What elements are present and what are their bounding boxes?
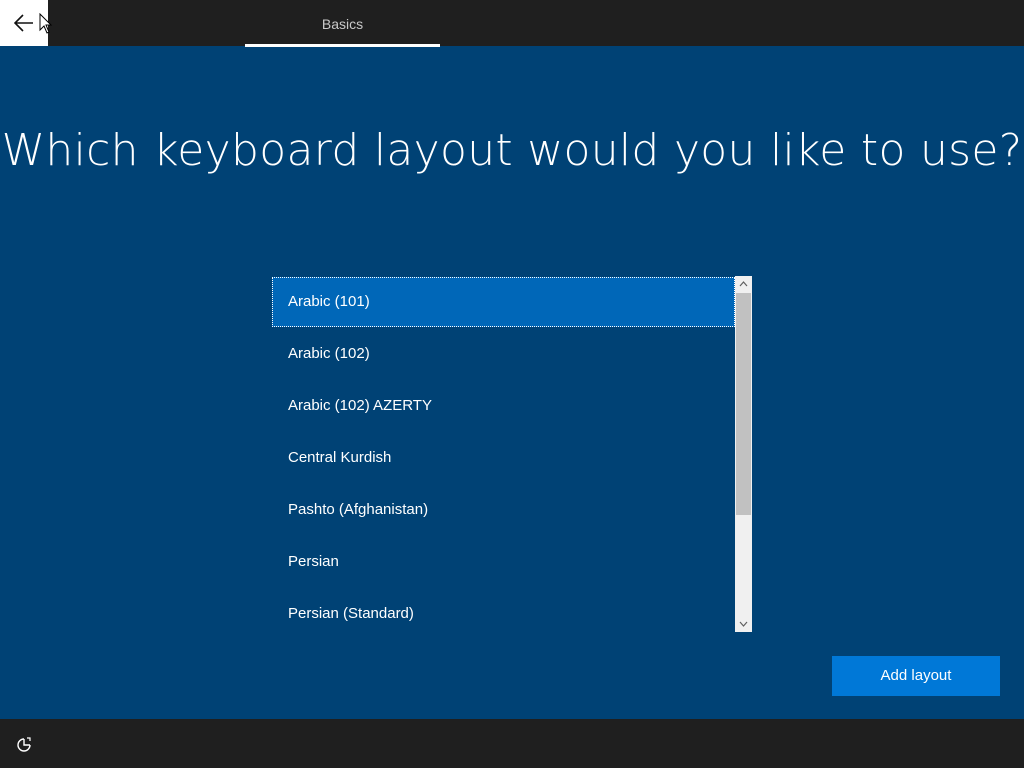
mouse-cursor-icon <box>39 13 53 34</box>
ease-of-access-icon[interactable] <box>16 737 32 753</box>
arrow-left-icon <box>14 14 33 32</box>
chevron-down-icon <box>739 621 748 627</box>
scroll-thumb[interactable] <box>736 293 751 515</box>
list-item-central-kurdish[interactable]: Central Kurdish <box>272 433 735 483</box>
chevron-up-icon <box>739 281 748 287</box>
scroll-down-button[interactable] <box>735 616 752 632</box>
list-scrollbar[interactable] <box>735 276 752 632</box>
page-title: Which keyboard layout would you like to … <box>1 125 1023 176</box>
list-item-pashto[interactable]: Pashto (Afghanistan) <box>272 485 735 535</box>
keyboard-layout-list[interactable]: Arabic (101) Arabic (102) Arabic (102) A… <box>272 277 752 632</box>
list-item-arabic-101[interactable]: Arabic (101) <box>272 277 735 327</box>
scroll-up-button[interactable] <box>735 276 752 292</box>
bottom-bar <box>0 719 1024 768</box>
add-layout-button[interactable]: Add layout <box>832 656 1000 696</box>
main-content: Which keyboard layout would you like to … <box>0 47 1024 719</box>
tab-basics[interactable]: Basics <box>245 0 440 46</box>
list-item-arabic-102-azerty[interactable]: Arabic (102) AZERTY <box>272 381 735 431</box>
list-item-arabic-102[interactable]: Arabic (102) <box>272 329 735 379</box>
list-item-persian-standard[interactable]: Persian (Standard) <box>272 589 735 632</box>
top-bar: Basics <box>0 0 1024 47</box>
list-item-persian[interactable]: Persian <box>272 537 735 587</box>
